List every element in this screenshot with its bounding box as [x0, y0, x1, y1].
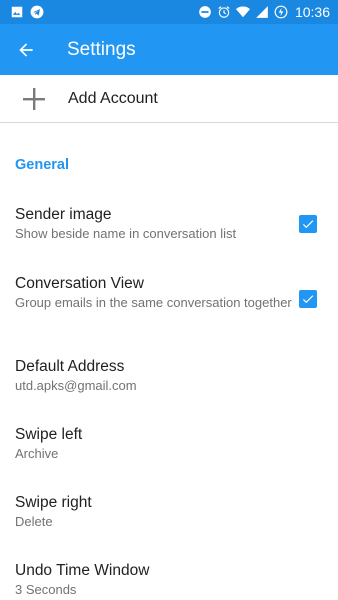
pref-title: Undo Time Window [15, 562, 150, 579]
back-button[interactable] [0, 24, 52, 75]
status-right-icons: 10:36 [198, 4, 330, 20]
pref-title: Swipe right [15, 494, 92, 511]
pref-summary: Show beside name in conversation list [15, 226, 237, 241]
pref-title: Conversation View [15, 275, 144, 292]
pref-title: Sender image [15, 206, 112, 223]
telegram-icon [30, 5, 44, 19]
pref-sender-image[interactable]: Sender image Show beside name in convers… [15, 205, 295, 242]
add-account-label: Add Account [68, 89, 158, 107]
pref-default-address[interactable]: Default Address utd.apks@gmail.com [15, 357, 295, 394]
do-not-disturb-icon [199, 6, 211, 18]
status-bar: 10:36 [0, 0, 338, 24]
sender-image-checkbox[interactable] [299, 215, 317, 233]
conversation-view-checkbox[interactable] [299, 290, 317, 308]
wifi-icon [235, 6, 250, 18]
pref-swipe-left[interactable]: Swipe left Archive [15, 425, 295, 462]
app-toolbar: Settings [0, 24, 338, 75]
add-account-button[interactable]: Add Account [0, 75, 338, 123]
section-header-general: General [15, 157, 69, 173]
page-title: Settings [67, 38, 136, 60]
cell-signal-icon [256, 6, 268, 18]
pref-summary: Delete [15, 514, 53, 529]
pref-title: Default Address [15, 358, 125, 375]
pref-summary: Group emails in the same conversation to… [15, 295, 292, 310]
pref-summary: utd.apks@gmail.com [15, 378, 137, 393]
pref-swipe-right[interactable]: Swipe right Delete [15, 493, 295, 530]
alarm-icon [218, 6, 230, 18]
check-icon [302, 295, 314, 304]
arrow-back-icon [19, 42, 33, 57]
pref-conversation-view[interactable]: Conversation View Group emails in the sa… [15, 274, 295, 311]
plus-icon [23, 87, 45, 110]
status-left-icons [10, 5, 44, 19]
pref-summary: Archive [15, 446, 59, 461]
pref-undo-time-window[interactable]: Undo Time Window 3 Seconds [15, 561, 295, 598]
pref-title: Swipe left [15, 426, 83, 443]
image-icon [11, 6, 23, 18]
status-time: 10:36 [294, 4, 330, 20]
pref-summary: 3 Seconds [15, 582, 77, 597]
battery-charging-icon [274, 5, 288, 19]
check-icon [302, 220, 314, 229]
